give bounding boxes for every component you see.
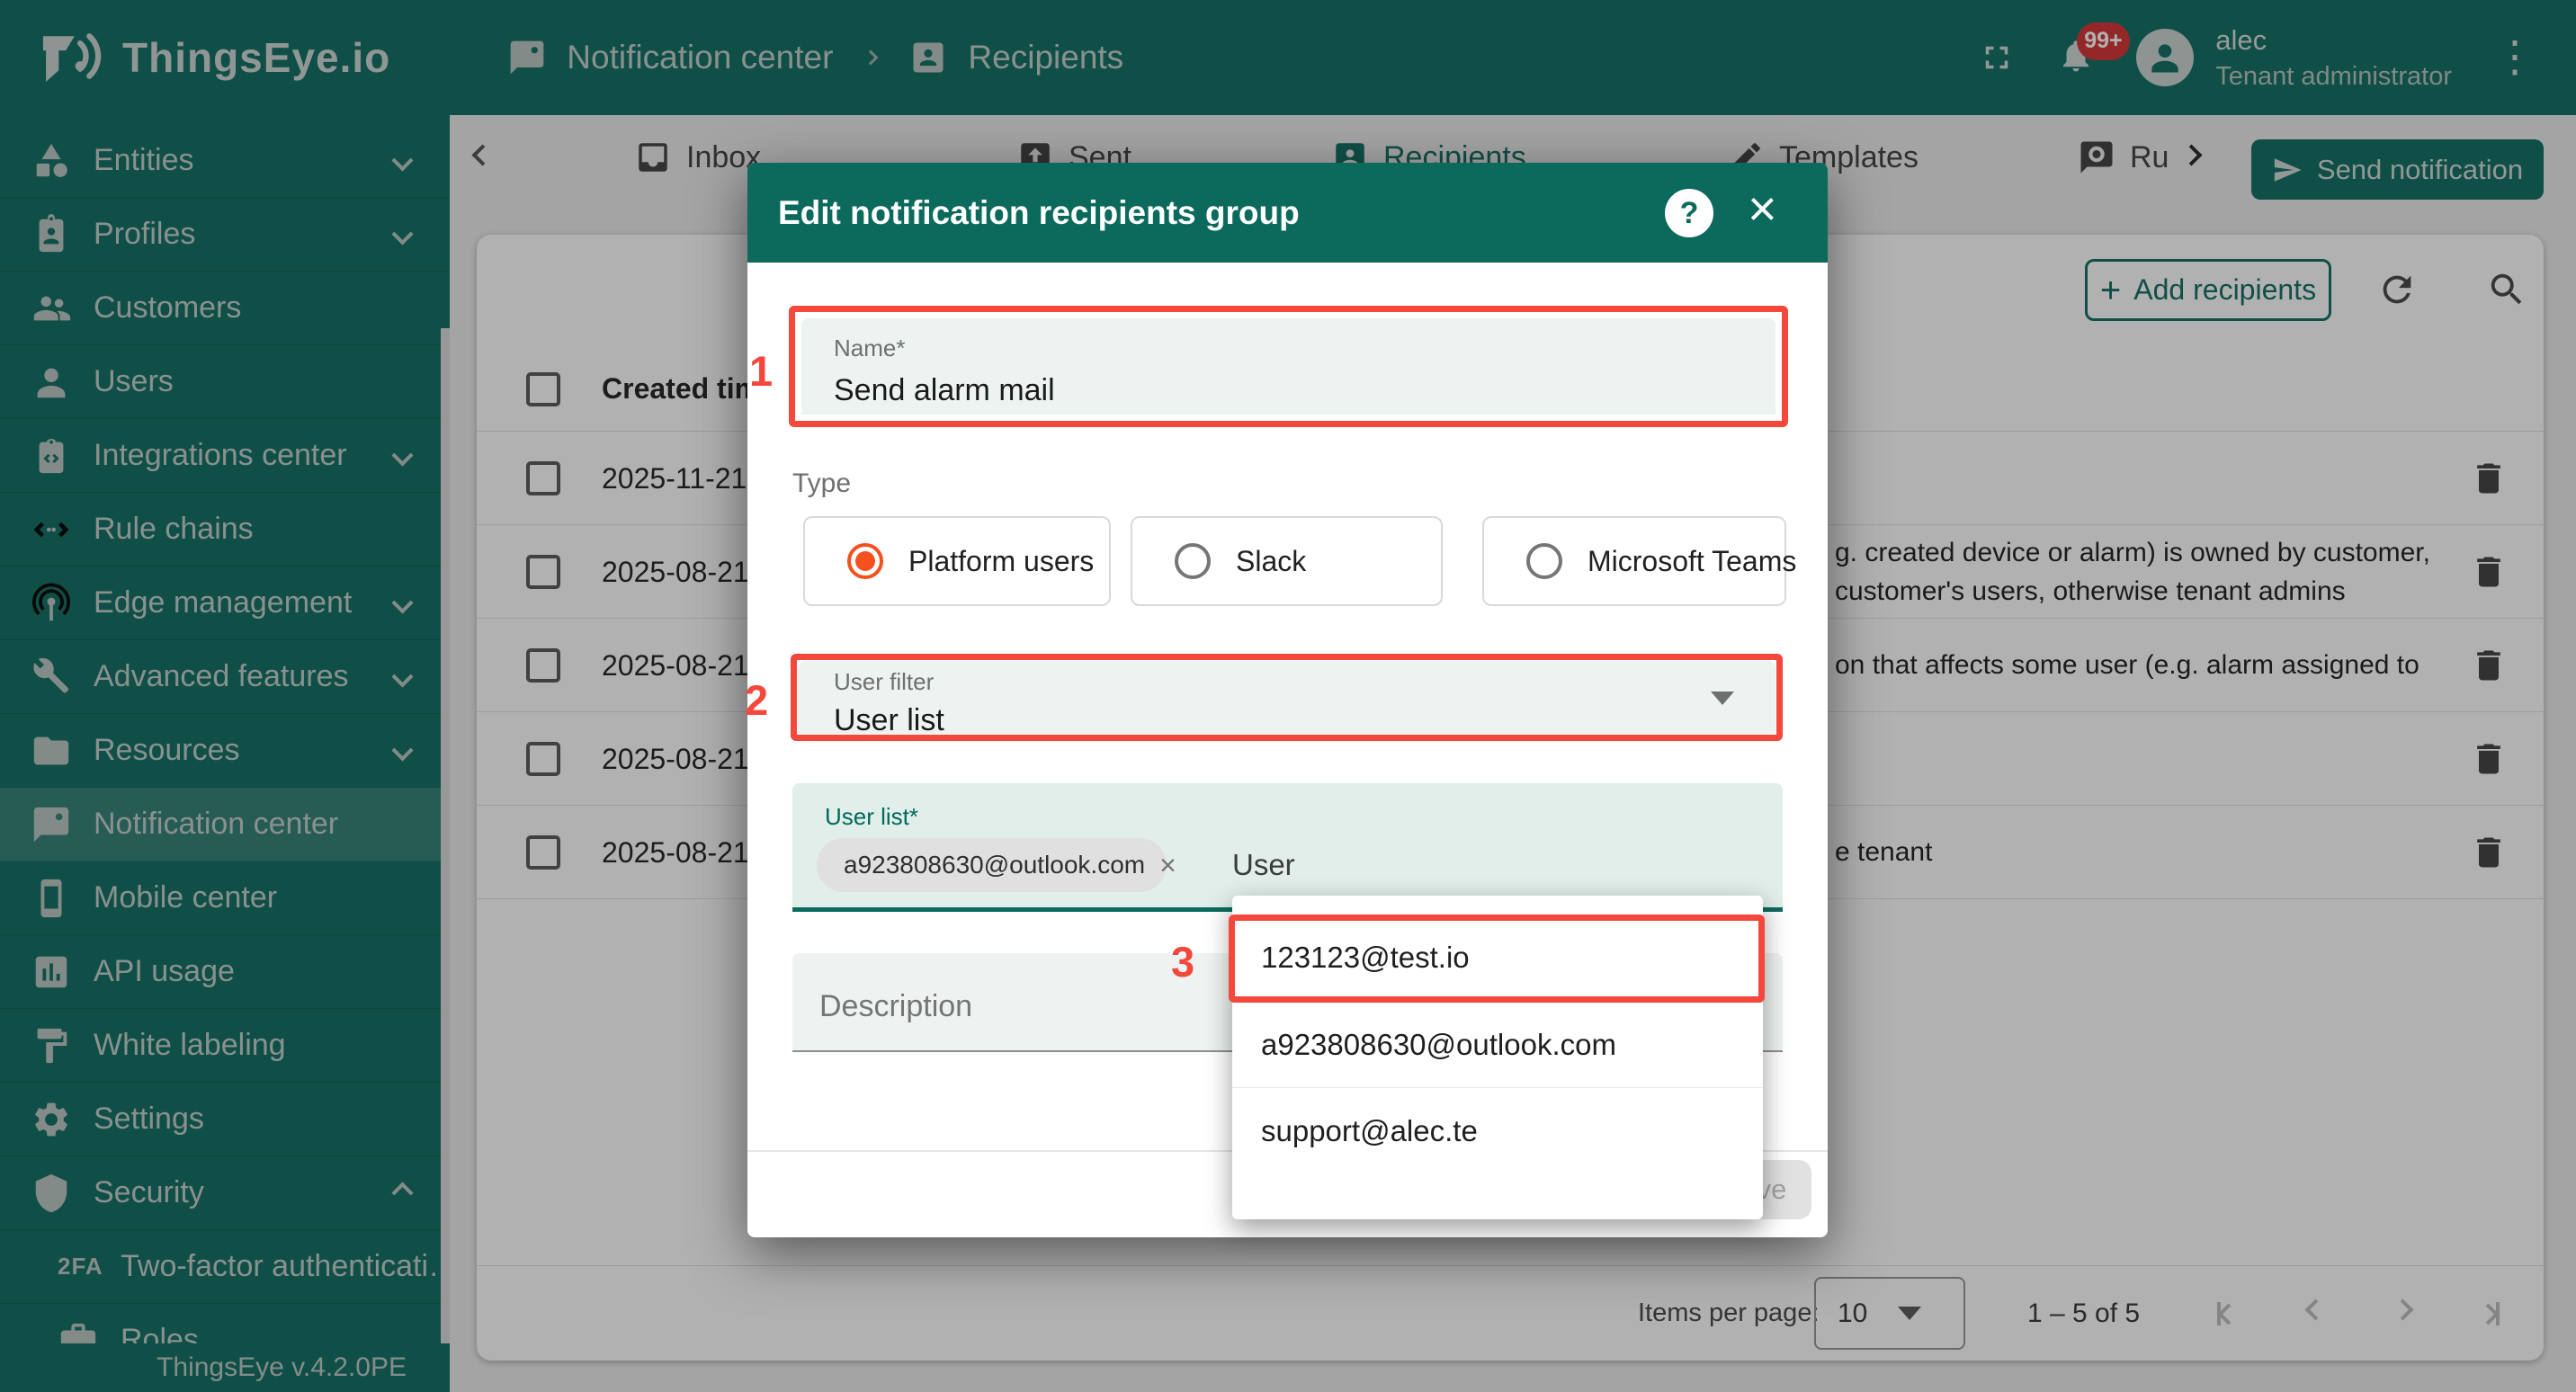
- radio-selected-icon[interactable]: [847, 543, 883, 579]
- chip-remove-icon[interactable]: ×: [1159, 849, 1176, 882]
- type-option-platform-users[interactable]: Platform users: [803, 516, 1111, 606]
- user-list-label: User list*: [825, 803, 918, 831]
- user-chip-text: a923808630@outlook.com: [844, 851, 1145, 879]
- user-list-field[interactable]: User list* a923808630@outlook.com × User: [792, 783, 1783, 912]
- radio-label: Platform users: [908, 545, 1094, 578]
- radio-unselected-icon[interactable]: [1175, 543, 1211, 579]
- type-option-microsoft-teams[interactable]: Microsoft Teams: [1482, 516, 1786, 606]
- description-label: Description: [819, 989, 972, 1024]
- annotation-box-1: [789, 306, 1788, 427]
- annotation-box-3: [1229, 915, 1765, 1003]
- type-option-slack[interactable]: Slack: [1131, 516, 1443, 606]
- user-chip[interactable]: a923808630@outlook.com ×: [817, 838, 1167, 892]
- radio-unselected-icon[interactable]: [1526, 543, 1562, 579]
- annotation-box-2: [791, 654, 1783, 741]
- help-button[interactable]: ?: [1665, 189, 1713, 237]
- radio-label: Microsoft Teams: [1588, 545, 1796, 578]
- modal-title: Edit notification recipients group: [778, 194, 1300, 232]
- annotation-number-1: 1: [749, 346, 773, 396]
- autocomplete-option-support-alec-te[interactable]: support@alec.te: [1232, 1087, 1763, 1173]
- annotation-number-2: 2: [745, 675, 768, 725]
- user-list-input[interactable]: User: [1232, 848, 1295, 882]
- page-root: ThingsEye.io Notification center Recipie…: [0, 0, 2576, 1392]
- annotation-number-3: 3: [1171, 937, 1194, 986]
- close-icon[interactable]: ×: [1748, 179, 1777, 237]
- modal-header: Edit notification recipients group ? ×: [747, 163, 1828, 263]
- autocomplete-option-a923808630-outlook-com[interactable]: a923808630@outlook.com: [1232, 1001, 1763, 1087]
- type-label: Type: [792, 468, 851, 499]
- radio-label: Slack: [1236, 545, 1306, 578]
